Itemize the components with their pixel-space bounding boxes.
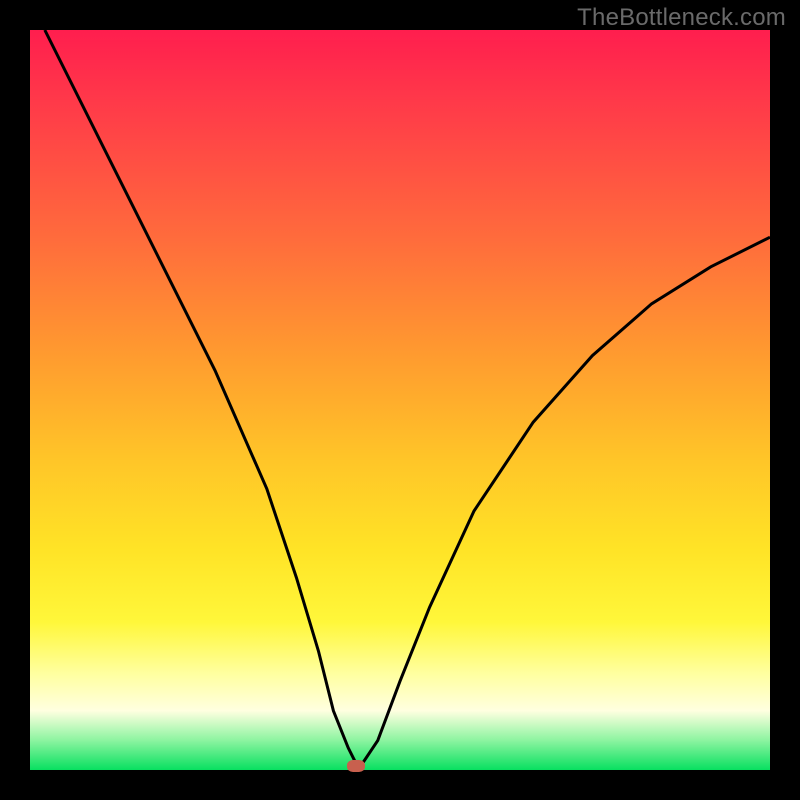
plot-area bbox=[30, 30, 770, 770]
minimum-marker bbox=[347, 760, 365, 772]
watermark-text: TheBottleneck.com bbox=[577, 4, 786, 32]
curve-path bbox=[45, 30, 770, 763]
bottleneck-curve bbox=[30, 30, 770, 770]
chart-frame: TheBottleneck.com bbox=[0, 0, 800, 800]
